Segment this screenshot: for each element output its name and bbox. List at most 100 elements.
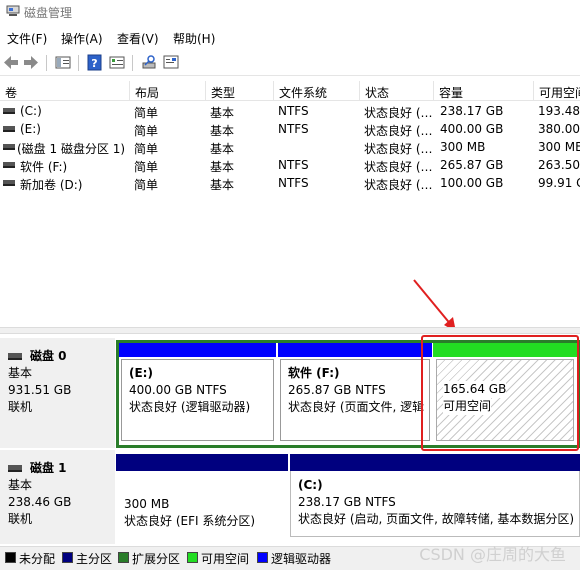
disk-0-size: 931.51 GB [8, 383, 72, 397]
partition-e-title: (E:) [129, 366, 153, 380]
column-layout[interactable]: 布局 [130, 81, 206, 101]
svg-text:?: ? [91, 57, 97, 70]
legend-label: 可用空间 [201, 552, 250, 566]
disk-0-state: 联机 [8, 400, 33, 414]
legend-swatch-free [187, 552, 198, 563]
column-status[interactable]: 状态 [360, 81, 434, 101]
cell-volume: 新加卷 (D:) [20, 178, 83, 192]
partition-c[interactable]: (C:) 238.17 GB NTFS 状态良好 (启动, 页面文件, 故障转储… [290, 454, 580, 538]
partition-efi-size: 300 MB [124, 497, 170, 511]
disk-icon [8, 353, 22, 360]
column-free-space[interactable]: 可用空间 [534, 81, 580, 101]
annotation-highlight-box [421, 335, 579, 451]
disk-view-icon[interactable] [162, 54, 180, 71]
partition-f[interactable]: 软件 (F:) 265.87 GB NTFS 状态良好 (页面文件, 逻辑 [278, 343, 432, 443]
toolbar-separator [46, 55, 47, 71]
partition-e[interactable]: (E:) 400.00 GB NTFS 状态良好 (逻辑驱动器) [119, 343, 276, 443]
legend-label: 逻辑驱动器 [271, 552, 332, 566]
drive-icon [3, 126, 15, 132]
back-arrow-icon[interactable] [2, 54, 20, 71]
partition-f-status: 状态良好 (页面文件, 逻辑 [288, 400, 425, 414]
legend-swatch-extended [118, 552, 129, 563]
help-icon[interactable]: ? [86, 54, 104, 71]
partition-f-size: 265.87 GB NTFS [288, 383, 386, 397]
partition-efi[interactable]: 300 MB 状态良好 (EFI 系统分区) [116, 454, 288, 538]
legend-label: 主分区 [76, 552, 113, 566]
primary-partition-bar [290, 454, 580, 471]
legend-swatch-primary [62, 552, 73, 563]
cell-free-space: 193.48 [538, 104, 580, 118]
console-tree-icon[interactable] [54, 54, 72, 71]
disk-icon [8, 465, 22, 472]
cell-type: 基本 [210, 178, 235, 192]
menu-action[interactable]: 操作(A) [61, 30, 103, 47]
partition-e-status: 状态良好 (逻辑驱动器) [129, 400, 251, 414]
drive-icon [3, 144, 15, 150]
primary-partition-bar [116, 454, 288, 471]
table-row[interactable]: (C:) 简单 基本 NTFS 状态良好 (… 238.17 GB 193.48 [0, 102, 580, 120]
watermark: CSDN @庄周的大鱼 [419, 545, 566, 564]
table-row[interactable]: 软件 (F:) 简单 基本 NTFS 状态良好 (… 265.87 GB 263… [0, 156, 580, 174]
table-row[interactable]: (磁盘 1 磁盘分区 1) 简单 基本 状态良好 (… 300 MB 300 M… [0, 138, 580, 156]
cell-layout: 简单 [134, 160, 159, 174]
properties-icon[interactable] [108, 54, 126, 71]
cell-layout: 简单 [134, 178, 159, 192]
cell-free-space: 380.00 [538, 122, 580, 136]
menu-help[interactable]: 帮助(H) [173, 30, 215, 47]
legend-swatch-unallocated [5, 552, 16, 563]
cell-filesystem: NTFS [278, 104, 309, 118]
forward-arrow-icon[interactable] [22, 54, 40, 71]
cell-status: 状态良好 (… [364, 142, 433, 156]
disk-1-type: 基本 [8, 478, 33, 492]
pane-splitter[interactable] [0, 327, 580, 334]
cell-capacity: 265.87 GB [440, 158, 504, 172]
list-header: 卷 布局 类型 文件系统 状态 容量 可用空间 [0, 81, 580, 101]
disk-search-icon[interactable] [140, 54, 158, 71]
partition-f-title: 软件 (F:) [288, 366, 340, 380]
cell-status: 状态良好 (… [364, 178, 433, 192]
cell-free-space: 263.50 [538, 158, 580, 172]
cell-filesystem: NTFS [278, 158, 309, 172]
cell-type: 基本 [210, 124, 235, 138]
table-row[interactable]: 新加卷 (D:) 简单 基本 NTFS 状态良好 (… 100.00 GB 99… [0, 174, 580, 192]
volume-list: 卷 布局 类型 文件系统 状态 容量 可用空间 (C:) 简单 基本 NTFS … [0, 81, 580, 327]
column-type[interactable]: 类型 [206, 81, 274, 101]
title-bar: 磁盘管理 [0, 0, 580, 24]
cell-volume: (E:) [20, 122, 41, 136]
table-row[interactable]: (E:) 简单 基本 NTFS 状态良好 (… 400.00 GB 380.00 [0, 120, 580, 138]
toolbar-separator [132, 55, 133, 71]
disk-0-name: 磁盘 0 [30, 349, 67, 363]
window-title: 磁盘管理 [24, 6, 73, 20]
column-capacity[interactable]: 容量 [434, 81, 534, 101]
disk-1-state: 联机 [8, 512, 33, 526]
column-volume[interactable]: 卷 [0, 81, 130, 101]
cell-volume: 软件 (F:) [20, 160, 68, 174]
disk-1-label[interactable]: 磁盘 1 基本 238.46 GB 联机 [0, 450, 115, 544]
cell-volume: (C:) [20, 104, 42, 118]
cell-type: 基本 [210, 160, 235, 174]
menu-file[interactable]: 文件(F) [7, 30, 47, 47]
menu-view[interactable]: 查看(V) [117, 30, 159, 47]
disk-management-icon [6, 5, 20, 16]
cell-status: 状态良好 (… [364, 160, 433, 174]
partition-c-title: (C:) [298, 478, 323, 492]
cell-filesystem: NTFS [278, 176, 309, 190]
cell-layout: 简单 [134, 124, 159, 138]
drive-icon [3, 162, 15, 168]
partition-c-status: 状态良好 (启动, 页面文件, 故障转储, 基本数据分区) [298, 512, 575, 526]
legend-swatch-logical [257, 552, 268, 563]
disk-1-name: 磁盘 1 [30, 461, 67, 475]
toolbar: ? [0, 50, 580, 76]
legend-label: 未分配 [19, 552, 56, 566]
cell-filesystem: NTFS [278, 122, 309, 136]
logical-drive-bar [119, 343, 276, 357]
drive-icon [3, 108, 15, 114]
cell-free-space: 99.91 G [538, 176, 580, 190]
cell-free-space: 300 MB [538, 140, 580, 154]
cell-type: 基本 [210, 142, 235, 156]
cell-type: 基本 [210, 106, 235, 120]
disk-0-label[interactable]: 磁盘 0 基本 931.51 GB 联机 [0, 338, 115, 448]
column-filesystem[interactable]: 文件系统 [274, 81, 360, 101]
disk-management-window: 磁盘管理 文件(F) 操作(A) 查看(V) 帮助(H) ? 卷 布局 类型 文… [0, 0, 580, 570]
cell-capacity: 400.00 GB [440, 122, 504, 136]
